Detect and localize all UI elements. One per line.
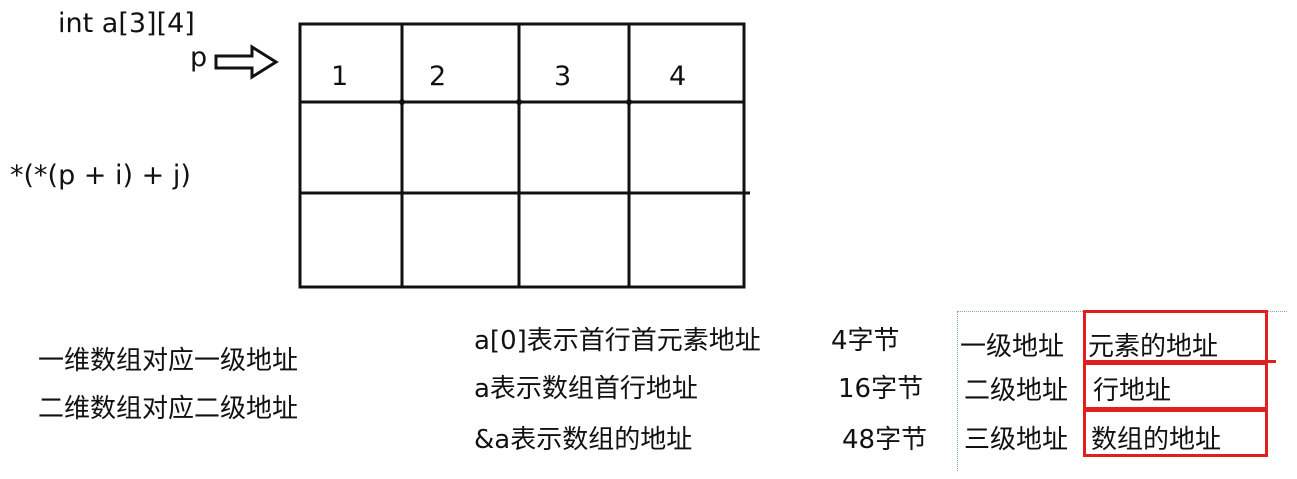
highlight-line-tail bbox=[1266, 360, 1276, 363]
note-2d-array: 二维数组对应二级地址 bbox=[38, 394, 299, 424]
row-size: 48字节 bbox=[842, 425, 928, 455]
row-size: 16字节 bbox=[838, 374, 924, 404]
row-meaning: &a表示数组的地址 bbox=[474, 425, 693, 455]
grid-cell-value: 2 bbox=[429, 61, 447, 92]
highlight-box-row-address bbox=[1083, 362, 1268, 410]
grid-cell-value: 4 bbox=[669, 61, 687, 92]
note-1d-array: 一维数组对应一级地址 bbox=[38, 346, 299, 376]
grid-cell-value: 1 bbox=[331, 61, 349, 92]
grid-cell-value: 3 bbox=[554, 61, 572, 92]
grid-dot bbox=[399, 99, 405, 105]
row-meaning: a表示数组首行地址 bbox=[474, 374, 698, 404]
row-size: 4字节 bbox=[831, 326, 900, 356]
highlight-box-element-address bbox=[1083, 310, 1268, 363]
row-level: 三级地址 bbox=[964, 425, 1069, 455]
row-level: 二级地址 bbox=[964, 376, 1069, 406]
grid-dot bbox=[626, 99, 632, 105]
row-level: 一级地址 bbox=[960, 332, 1065, 362]
grid-dot bbox=[516, 99, 522, 105]
pointer-arrow-icon bbox=[214, 44, 279, 80]
row-meaning: a[0]表示首行首元素地址 bbox=[474, 326, 761, 356]
highlight-box-array-address bbox=[1083, 409, 1268, 457]
